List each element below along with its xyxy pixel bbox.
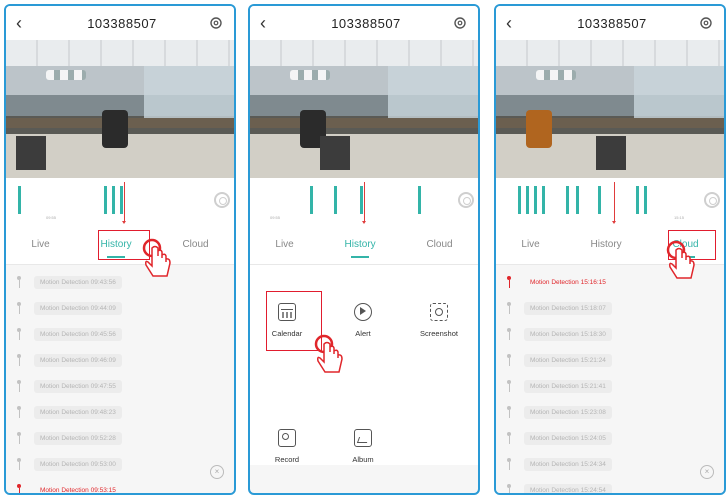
playback-timeline[interactable]: 09:55 <box>250 178 478 224</box>
list-item[interactable]: Motion Detection 09:46:09 <box>6 347 234 373</box>
pin-icon <box>16 458 22 470</box>
event-list: Motion Detection 09:43:56 Motion Detecti… <box>6 265 234 493</box>
list-item[interactable]: Motion Detection 15:23:08 <box>496 399 724 425</box>
tab-live[interactable]: Live <box>25 239 55 250</box>
back-icon[interactable]: ‹ <box>16 13 36 34</box>
hand-pointer-icon <box>666 240 695 279</box>
tab-history[interactable]: History <box>585 239 628 250</box>
hand-pointer-icon <box>142 238 171 277</box>
play-circle-icon <box>354 303 372 321</box>
list-item[interactable]: Motion Detection 15:24:54 <box>496 477 724 493</box>
back-icon[interactable]: ‹ <box>506 13 526 34</box>
top-bar: ‹ 103388507 <box>250 6 478 40</box>
timeline-time-label: 15:15 <box>674 215 685 220</box>
live-video-feed[interactable] <box>6 40 234 178</box>
back-icon[interactable]: ‹ <box>260 13 280 34</box>
screenshot-icon <box>430 303 448 321</box>
device-title: 103388507 <box>87 15 157 31</box>
pin-icon <box>506 406 512 418</box>
pin-icon <box>16 432 22 444</box>
album-button[interactable]: Album <box>328 429 398 464</box>
screenshot-button[interactable]: Screenshot <box>404 303 474 338</box>
list-item[interactable]: Motion Detection 09:48:23 <box>6 399 234 425</box>
top-bar: ‹ 103388507 <box>6 6 234 40</box>
list-item[interactable]: Motion Detection 09:45:56 <box>6 321 234 347</box>
live-video-feed[interactable] <box>496 40 724 178</box>
playback-timeline[interactable]: 15:15 <box>496 178 724 224</box>
list-item[interactable]: Motion Detection 15:24:05 <box>496 425 724 451</box>
timeline-cursor[interactable] <box>362 182 366 224</box>
phone-cloud-list: ‹ 103388507 15:15 Live History Cloud Mot… <box>494 4 726 495</box>
gear-icon[interactable] <box>452 15 468 31</box>
record-icon <box>278 429 296 447</box>
list-item[interactable]: Motion Detection 09:53:00 <box>6 451 234 477</box>
phone-history-menu: ‹ 103388507 09:55 Live History Cloud Cal… <box>248 4 480 495</box>
playback-timeline[interactable]: 09:55 <box>6 178 234 224</box>
list-item[interactable]: Motion Detection 15:21:41 <box>496 373 724 399</box>
live-video-feed[interactable] <box>250 40 478 178</box>
list-item[interactable]: Motion Detection 09:44:09 <box>6 295 234 321</box>
record-button[interactable]: Record <box>252 429 322 464</box>
timeline-cursor[interactable] <box>612 182 616 224</box>
close-icon[interactable]: × <box>700 465 714 479</box>
device-title: 103388507 <box>577 15 647 31</box>
list-item[interactable]: Motion Detection 09:43:56 <box>6 269 234 295</box>
pin-icon <box>506 484 512 493</box>
phone-history-list: ‹ 103388507 09:55 Live History Cloud Mot… <box>4 4 236 495</box>
pin-icon <box>506 302 512 314</box>
list-item[interactable]: Motion Detection 15:21:24 <box>496 347 724 373</box>
device-title: 103388507 <box>331 15 401 31</box>
mode-tabs: Live History Cloud <box>6 224 234 265</box>
list-item[interactable]: Motion Detection 15:18:30 <box>496 321 724 347</box>
pin-icon <box>506 432 512 444</box>
alert-button[interactable]: Alert <box>328 303 398 338</box>
pin-icon <box>506 458 512 470</box>
pin-icon <box>16 276 22 288</box>
list-item[interactable]: Motion Detection 15:24:34 <box>496 451 724 477</box>
snapshot-icon[interactable] <box>214 192 230 208</box>
list-item[interactable]: Motion Detection 09:47:55 <box>6 373 234 399</box>
tab-live[interactable]: Live <box>269 239 299 250</box>
list-item[interactable]: Motion Detection 09:52:28 <box>6 425 234 451</box>
list-item[interactable]: Motion Detection 09:53:15 <box>6 477 234 493</box>
tab-cloud[interactable]: Cloud <box>176 239 214 250</box>
pin-icon <box>16 354 22 366</box>
list-item[interactable]: Motion Detection 15:18:07 <box>496 295 724 321</box>
tab-history[interactable]: History <box>339 239 382 250</box>
snapshot-icon[interactable] <box>704 192 720 208</box>
pin-icon <box>506 276 512 288</box>
pin-icon <box>16 328 22 340</box>
close-icon[interactable]: × <box>210 465 224 479</box>
pin-icon <box>16 302 22 314</box>
pin-icon <box>506 380 512 392</box>
mode-tabs: Live History Cloud <box>250 224 478 265</box>
top-bar: ‹ 103388507 <box>496 6 724 40</box>
tab-cloud[interactable]: Cloud <box>420 239 458 250</box>
pin-icon <box>16 406 22 418</box>
gear-icon[interactable] <box>208 15 224 31</box>
timeline-time-label: 09:55 <box>270 215 281 220</box>
event-list: Motion Detection 15:16:15 Motion Detecti… <box>496 265 724 493</box>
timeline-time-label: 09:55 <box>46 215 57 220</box>
pin-icon <box>506 328 512 340</box>
gear-icon[interactable] <box>698 15 714 31</box>
pin-icon <box>506 354 512 366</box>
pin-icon <box>16 380 22 392</box>
pin-icon <box>16 484 22 493</box>
album-icon <box>354 429 372 447</box>
hand-pointer-icon <box>314 334 343 373</box>
snapshot-icon[interactable] <box>458 192 474 208</box>
history-menu: Calendar Alert Screenshot Record Album <box>250 265 478 465</box>
tab-live[interactable]: Live <box>515 239 545 250</box>
timeline-cursor[interactable] <box>122 182 126 224</box>
